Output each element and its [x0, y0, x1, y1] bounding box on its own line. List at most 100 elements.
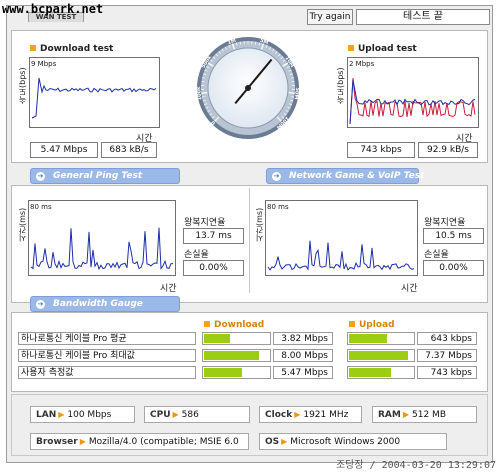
os-label: OS	[265, 437, 280, 447]
bandwidth-upload-text: Upload	[359, 320, 395, 330]
clock-value: 1921 MHz	[303, 410, 349, 420]
lan-value: 100 Mbps	[67, 410, 112, 420]
try-again-button[interactable]: Try again	[307, 9, 353, 25]
arrow-right-icon: ▶	[281, 437, 288, 446]
gauge-hub	[245, 85, 251, 91]
arrow-right-icon: ▶	[58, 410, 65, 419]
download-bar-fill	[204, 368, 242, 377]
upload-title: Upload test	[348, 44, 417, 54]
ping-divider	[249, 188, 250, 293]
download-value: 3.82 Mbps	[273, 332, 333, 345]
bullet-icon	[349, 321, 355, 327]
bandwidth-row-label: 하나로통신 케이블 Pro 평균	[18, 332, 196, 345]
cpu-cell: CPU ▶ 586	[144, 406, 250, 423]
ping-left-xlabel: 시간	[160, 284, 177, 294]
bandwidth-header: ➔ Bandwidth Gauge	[30, 296, 180, 312]
general-ping-title: General Ping Test	[53, 171, 143, 181]
ping-right-loss-label: 손실율	[424, 250, 449, 260]
gauge-tick	[239, 41, 241, 45]
download-ylabel: 속도(bps)	[18, 67, 27, 104]
arrow-circle-icon: ➔	[36, 300, 45, 309]
os-value: Microsoft Windows 2000	[290, 437, 401, 447]
browser-value: Mozilla/4.0 (compatible; MSIE 6.0	[88, 437, 239, 447]
footer-timestamp: 조당장 / 2004-03-20 13:29:07	[335, 460, 496, 471]
bandwidth-title: Bandwidth Gauge	[53, 299, 143, 309]
arrow-right-icon: ▶	[294, 410, 301, 419]
general-ping-header: ➔ General Ping Test	[30, 168, 180, 184]
download-bar	[202, 349, 271, 362]
ping-left-rtt-label: 왕복지연율	[184, 218, 226, 228]
ping-right-ylabel: 시간(ms)	[255, 207, 264, 242]
watermark: www.bcpark.net	[2, 2, 104, 16]
download-bar	[202, 366, 271, 379]
ping-left-rtt: 13.7 ms	[183, 228, 244, 244]
upload-value: 7.37 Mbps	[417, 349, 477, 362]
bandwidth-download-header: Download	[204, 320, 264, 330]
browser-label: Browser	[36, 437, 78, 447]
arrow-right-icon: ▶	[402, 410, 410, 419]
upload-value: 743 kbps	[417, 366, 477, 379]
bullet-icon	[348, 45, 354, 51]
arrow-circle-icon: ➔	[272, 172, 281, 181]
ping-right-loss: 0.00%	[423, 260, 484, 276]
game-voip-title: Network Game & VoIP Test	[289, 171, 425, 181]
lan-label: LAN	[36, 410, 57, 420]
download-value: 5.47 Mbps	[273, 366, 333, 379]
download-title: Download test	[30, 44, 113, 54]
ping-left-scale: 80 ms	[30, 203, 52, 211]
ram-value: 512 MB	[412, 410, 446, 420]
browser-cell: Browser ▶ Mozilla/4.0 (compatible; MSIE 6.…	[30, 433, 249, 450]
arrow-right-icon: ▶	[172, 410, 179, 419]
bandwidth-download-text: Download	[214, 320, 265, 330]
download-title-text: Download test	[40, 44, 114, 54]
ram-cell: RAM ▶ 512 MB	[372, 406, 477, 423]
bullet-icon	[204, 321, 210, 327]
cpu-value: 586	[181, 410, 199, 420]
os-cell: OS ▶ Microsoft Windows 2000	[259, 433, 447, 450]
upload-scale: 2 Mbps	[349, 60, 375, 68]
download-rate: 683 kB/s	[101, 142, 157, 158]
upload-series-red	[349, 77, 476, 125]
download-scale: 9 Mbps	[31, 60, 57, 68]
download-bar	[202, 332, 271, 345]
arrow-right-icon: ▶	[79, 437, 86, 446]
upload-speed: 743 kbps	[347, 142, 415, 158]
upload-bar	[347, 349, 415, 362]
ping-right-rtt-label: 왕복지연율	[424, 218, 466, 228]
upload-rate: 92.9 kB/s	[418, 142, 478, 158]
arrow-circle-icon: ➔	[36, 172, 45, 181]
bandwidth-row-label: 하나로통신 케이블 Pro 최대값	[18, 349, 196, 362]
speed-gauge: 0 100k 500k 1M 5M 10M 50M 100M	[195, 35, 301, 141]
upload-title-text: Upload test	[358, 44, 417, 54]
bandwidth-upload-header: Upload	[349, 320, 395, 330]
ping-left-ylabel: 시간(ms)	[18, 207, 27, 242]
download-series-line	[31, 77, 157, 119]
download-bar-fill	[204, 334, 230, 343]
bullet-icon	[30, 45, 36, 51]
upload-bar-fill	[349, 351, 408, 360]
upload-bar-fill	[349, 368, 391, 377]
ping-left-loss-label: 손실율	[184, 250, 209, 260]
upload-bar-fill	[349, 334, 387, 343]
upload-bar	[347, 332, 415, 345]
clock-cell: Clock ▶ 1921 MHz	[259, 406, 362, 423]
ping-left-chart	[28, 200, 176, 276]
download-bar-fill	[204, 351, 259, 360]
ram-label: RAM	[378, 410, 401, 420]
test-status: 테스트 끝	[356, 9, 490, 25]
download-value: 8.00 Mbps	[273, 349, 333, 362]
ping-left-loss: 0.00%	[183, 260, 244, 276]
upload-bar	[347, 366, 415, 379]
bandwidth-row-label: 사용자 측정값	[18, 366, 196, 379]
ping-left-series	[30, 227, 174, 271]
lan-cell: LAN ▶ 100 Mbps	[30, 406, 135, 423]
ping-right-rtt: 10.5 ms	[423, 228, 484, 244]
ping-right-series	[267, 240, 415, 271]
ping-right-xlabel: 시간	[401, 284, 418, 294]
cpu-label: CPU	[150, 410, 171, 420]
upload-ylabel: 속도(bps)	[336, 67, 345, 104]
clock-label: Clock	[265, 410, 293, 420]
ping-right-scale: 80 ms	[267, 203, 289, 211]
gauge-tick	[255, 41, 257, 45]
download-speed: 5.47 Mbps	[30, 142, 98, 158]
